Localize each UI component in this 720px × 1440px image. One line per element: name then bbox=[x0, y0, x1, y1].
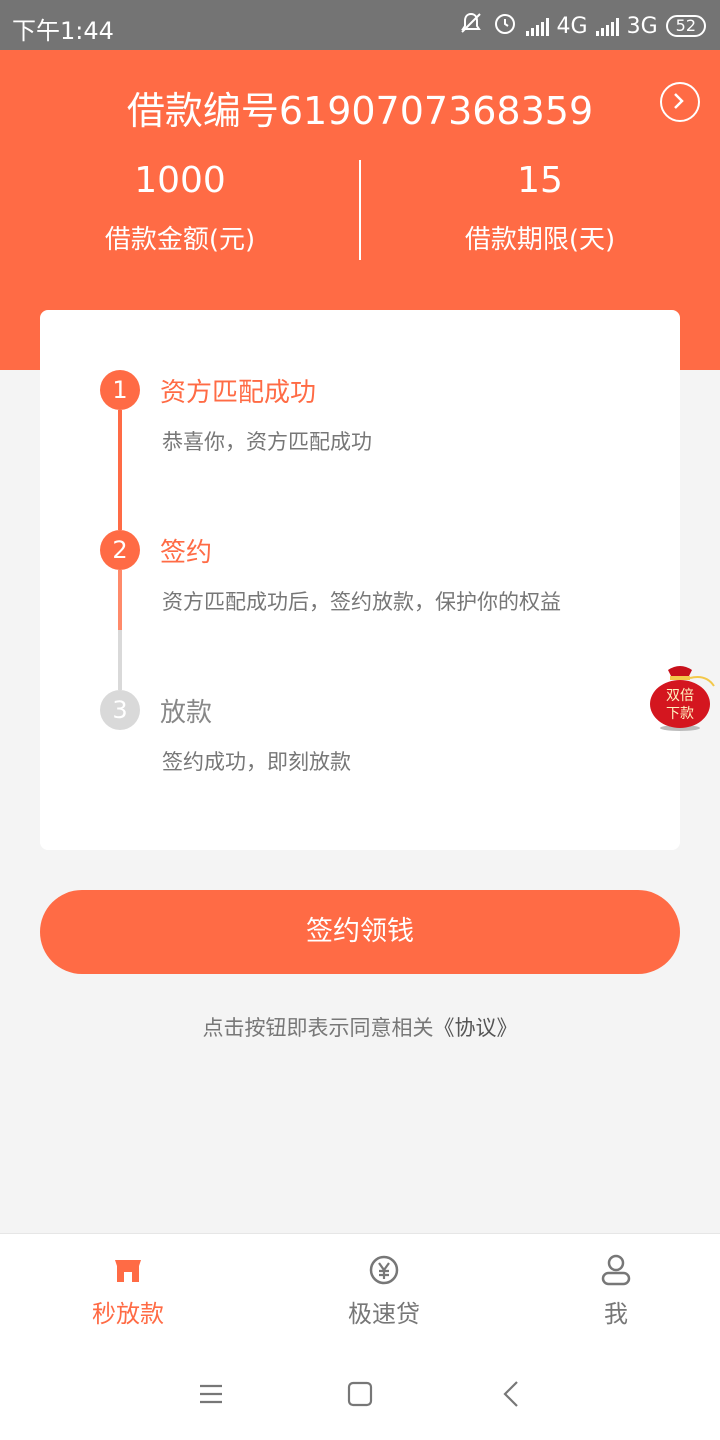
double-loan-badge[interactable]: 双倍 下款 bbox=[644, 662, 720, 732]
lucky-bag-icon: 双倍 下款 bbox=[650, 666, 715, 731]
progress-card: 1 资方匹配成功 恭喜你，资方匹配成功 2 签约 资方匹配成功后，签约放款，保护… bbox=[40, 310, 680, 850]
tab-label: 我 bbox=[604, 1300, 628, 1328]
chevron-right-icon[interactable] bbox=[660, 82, 700, 122]
system-nav-bar bbox=[0, 1345, 720, 1440]
back-icon[interactable] bbox=[497, 1380, 527, 1408]
step-description: 恭喜你，资方匹配成功 bbox=[162, 430, 372, 454]
step-connector-2a bbox=[118, 570, 122, 630]
battery-icon: 52 bbox=[665, 15, 706, 37]
sign-and-get-money-button[interactable]: 签约领钱 bbox=[40, 890, 680, 974]
agreement-link[interactable]: 《协议》 bbox=[434, 1016, 518, 1040]
step-title: 资方匹配成功 bbox=[160, 378, 317, 408]
step-title: 放款 bbox=[160, 698, 213, 728]
home-icon[interactable] bbox=[345, 1380, 375, 1408]
signal-icon-2 bbox=[595, 16, 619, 36]
loan-number: 借款编号6190707368359 bbox=[126, 89, 594, 133]
network-label-4g: 4G bbox=[556, 13, 588, 39]
alarm-icon bbox=[492, 10, 518, 42]
loan-amount-label: 借款金额(元) bbox=[104, 225, 256, 255]
step-description: 资方匹配成功后，签约放款，保护你的权益 bbox=[162, 590, 561, 614]
tab-label: 极速贷 bbox=[348, 1300, 420, 1328]
tab-instant-loan[interactable]: 秒放款 bbox=[8, 1234, 248, 1345]
step-number: 2 bbox=[100, 530, 140, 570]
loan-amount: 1000 借款金额(元) bbox=[0, 160, 360, 256]
menu-icon[interactable] bbox=[196, 1380, 226, 1408]
loan-term-label: 借款期限(天) bbox=[464, 225, 616, 255]
yen-coin-icon bbox=[369, 1255, 399, 1285]
bottom-tab-bar: 秒放款 极速贷 我 bbox=[0, 1233, 720, 1346]
step-title: 签约 bbox=[160, 538, 213, 568]
status-icons: 4G 3G 52 bbox=[458, 10, 706, 42]
mute-notification-icon bbox=[458, 10, 484, 42]
signal-icon bbox=[525, 16, 549, 36]
step-number: 3 bbox=[100, 690, 140, 730]
loan-term-value: 15 bbox=[517, 160, 563, 201]
tab-label: 秒放款 bbox=[92, 1300, 164, 1328]
agreement-notice: 点击按钮即表示同意相关《协议》 bbox=[0, 1012, 720, 1042]
status-time: 下午1:44 bbox=[12, 17, 114, 45]
badge-line1: 双倍 bbox=[666, 688, 694, 704]
tab-fast-loan[interactable]: 极速贷 bbox=[264, 1234, 504, 1345]
person-icon bbox=[601, 1254, 631, 1286]
network-label-3g: 3G bbox=[626, 13, 658, 39]
agreement-prefix: 点击按钮即表示同意相关 bbox=[202, 1016, 434, 1040]
step-connector-1 bbox=[118, 410, 122, 530]
tab-me[interactable]: 我 bbox=[496, 1234, 720, 1345]
step-connector-2b bbox=[118, 630, 122, 690]
loan-term: 15 借款期限(天) bbox=[360, 160, 720, 256]
step-number: 1 bbox=[100, 370, 140, 410]
badge-line2: 下款 bbox=[666, 706, 694, 722]
step-description: 签约成功，即刻放款 bbox=[162, 750, 351, 774]
status-bar: 下午1:44 4G 3G 52 bbox=[0, 0, 720, 50]
shop-icon bbox=[115, 1260, 141, 1282]
loan-amount-value: 1000 bbox=[134, 160, 226, 201]
